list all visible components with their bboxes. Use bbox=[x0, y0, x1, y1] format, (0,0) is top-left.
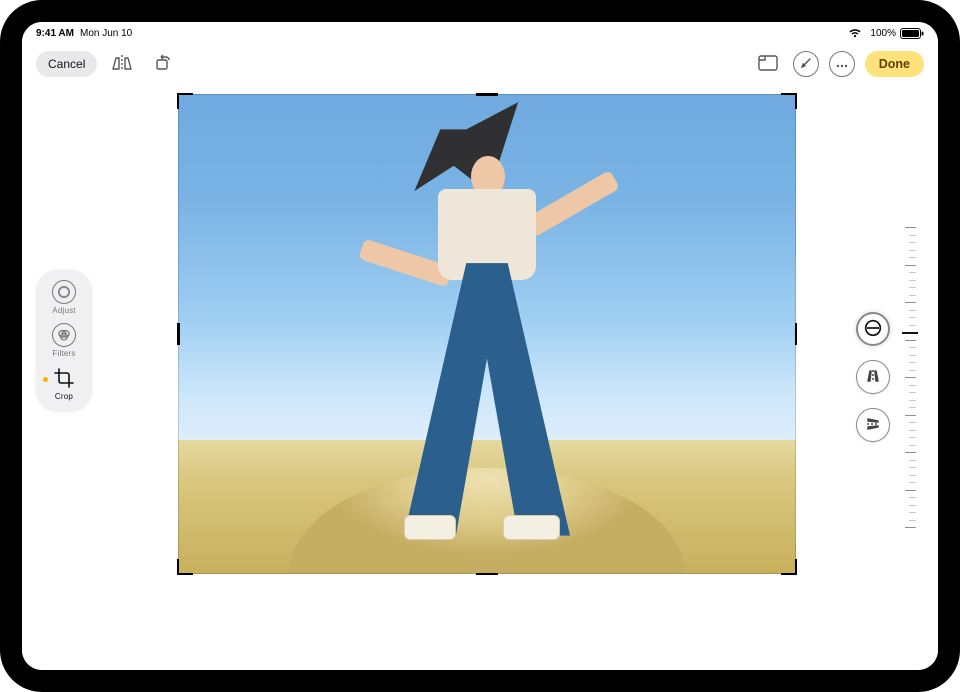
rotation-tick bbox=[909, 362, 916, 363]
flip-horizontal-icon bbox=[111, 54, 133, 75]
rotation-tick bbox=[909, 422, 916, 423]
rotation-tick bbox=[909, 505, 916, 506]
rotation-tick bbox=[909, 325, 916, 326]
status-time: 9:41 AM bbox=[36, 28, 74, 39]
aspect-ratio-button[interactable] bbox=[753, 49, 783, 79]
rotation-tick bbox=[909, 242, 916, 243]
filters-icon bbox=[52, 323, 76, 347]
crop-corner-top-left[interactable] bbox=[177, 93, 193, 109]
rotation-tick bbox=[905, 452, 916, 453]
rotation-tick bbox=[909, 407, 916, 408]
device-frame: 9:41 AM Mon Jun 10 100% Cancel bbox=[0, 0, 960, 692]
adjust-icon bbox=[52, 280, 76, 304]
rotation-tick bbox=[909, 385, 916, 386]
rotation-scale-marker[interactable] bbox=[902, 332, 918, 334]
rotation-scale[interactable] bbox=[904, 227, 916, 527]
top-toolbar: Cancel bbox=[22, 44, 938, 84]
rotation-tick bbox=[909, 520, 916, 521]
horizontal-perspective-button[interactable] bbox=[856, 408, 890, 442]
rotation-tick bbox=[909, 400, 916, 401]
battery-percent: 100% bbox=[870, 28, 896, 39]
rotation-tick bbox=[909, 512, 916, 513]
rotation-tick bbox=[909, 460, 916, 461]
tool-crop[interactable]: Crop bbox=[40, 366, 88, 401]
rotation-tick bbox=[909, 497, 916, 498]
rotation-tick bbox=[909, 310, 916, 311]
screen: 9:41 AM Mon Jun 10 100% Cancel bbox=[22, 22, 938, 670]
crop-corner-top-right[interactable] bbox=[781, 93, 797, 109]
rotation-tick bbox=[905, 377, 916, 378]
tool-adjust-label: Adjust bbox=[52, 306, 75, 315]
tool-filters-label: Filters bbox=[52, 349, 75, 358]
rotation-tick bbox=[905, 527, 916, 528]
rotation-tick bbox=[909, 280, 916, 281]
horizontal-perspective-icon bbox=[865, 416, 881, 435]
rotation-tick bbox=[909, 295, 916, 296]
rotation-tick bbox=[909, 235, 916, 236]
status-bar: 9:41 AM Mon Jun 10 100% bbox=[22, 22, 938, 44]
rotation-tick bbox=[909, 482, 916, 483]
markup-button[interactable] bbox=[793, 51, 819, 77]
photo-canvas[interactable] bbox=[178, 94, 796, 574]
crop-corner-bottom-left[interactable] bbox=[177, 559, 193, 575]
rotation-tick bbox=[905, 265, 916, 266]
vertical-perspective-icon bbox=[865, 368, 881, 387]
markup-icon bbox=[800, 57, 812, 72]
tool-crop-label: Crop bbox=[55, 392, 73, 401]
rotation-tick bbox=[909, 250, 916, 251]
rotation-tick bbox=[905, 227, 916, 228]
rotation-tick bbox=[905, 340, 916, 341]
rotation-tick bbox=[909, 475, 916, 476]
rotation-tick bbox=[909, 287, 916, 288]
rotation-tick bbox=[905, 415, 916, 416]
rotation-tick bbox=[909, 272, 916, 273]
done-button[interactable]: Done bbox=[865, 51, 924, 77]
active-tool-indicator bbox=[43, 377, 48, 382]
rotation-tick bbox=[909, 392, 916, 393]
flip-horizontal-button[interactable] bbox=[107, 49, 137, 79]
wifi-icon bbox=[848, 28, 862, 38]
battery-icon bbox=[900, 28, 924, 39]
straighten-icon bbox=[864, 319, 882, 340]
more-icon bbox=[836, 57, 848, 71]
rotation-tick bbox=[909, 347, 916, 348]
rotation-panel bbox=[856, 222, 916, 532]
crop-corner-bottom-right[interactable] bbox=[781, 559, 797, 575]
rotation-tick bbox=[909, 467, 916, 468]
cancel-button[interactable]: Cancel bbox=[36, 51, 97, 77]
rotation-tick bbox=[909, 257, 916, 258]
tool-filters[interactable]: Filters bbox=[40, 323, 88, 358]
vertical-perspective-button[interactable] bbox=[856, 360, 890, 394]
rotation-tick bbox=[909, 355, 916, 356]
rotation-tick bbox=[909, 430, 916, 431]
status-date: Mon Jun 10 bbox=[80, 28, 132, 39]
rotation-tick bbox=[905, 490, 916, 491]
rotation-tick bbox=[905, 302, 916, 303]
more-button[interactable] bbox=[829, 51, 855, 77]
rotation-tick bbox=[909, 317, 916, 318]
left-tool-palette: Adjust Filters Crop bbox=[36, 270, 92, 411]
rotation-tick bbox=[909, 370, 916, 371]
straighten-button[interactable] bbox=[856, 312, 890, 346]
photo-image bbox=[178, 94, 796, 574]
crop-icon bbox=[52, 366, 76, 390]
rotate-icon bbox=[152, 53, 172, 76]
rotate-button[interactable] bbox=[147, 49, 177, 79]
rotation-tick bbox=[909, 437, 916, 438]
aspect-ratio-icon bbox=[757, 54, 779, 75]
rotation-tick bbox=[909, 445, 916, 446]
tool-adjust[interactable]: Adjust bbox=[40, 280, 88, 315]
